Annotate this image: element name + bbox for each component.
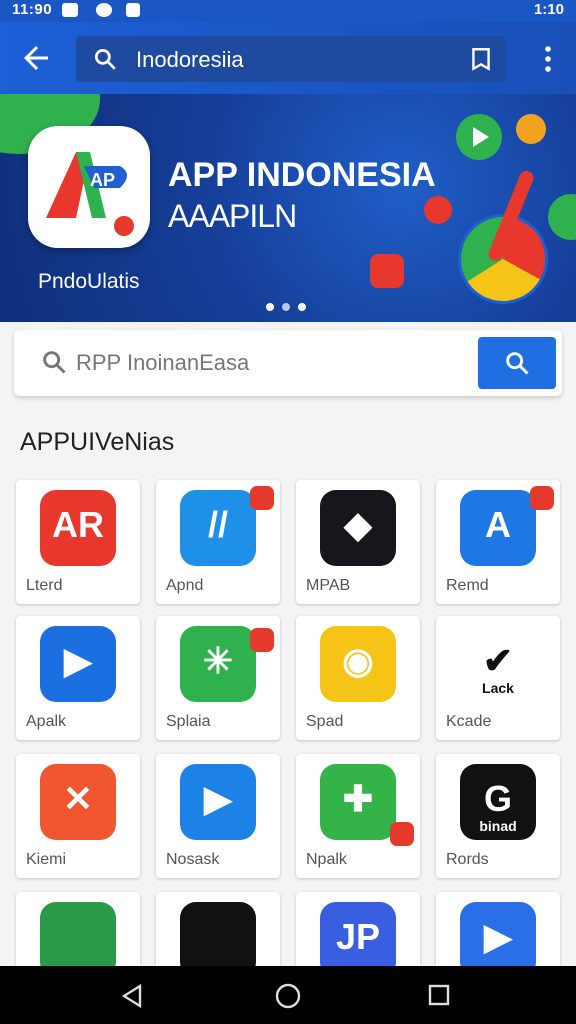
status-bar: 11:90 1:10: [0, 0, 576, 22]
app-tile[interactable]: ✳ Splaia: [156, 616, 280, 740]
app-tile[interactable]: ✕ Kiemi: [16, 754, 140, 878]
banner-subtitle: AAAPILN: [168, 198, 297, 234]
app-search-card: RPP InoinanEasa: [14, 330, 562, 396]
app-icon: ◆: [320, 490, 396, 566]
record-icon: [424, 196, 452, 224]
more-vert-icon[interactable]: [538, 44, 558, 74]
app-icon: ✕: [40, 764, 116, 840]
app-tile[interactable]: A Remd: [436, 480, 560, 604]
app-search-input[interactable]: RPP InoinanEasa: [76, 350, 249, 376]
app-icon-glyph: ▶: [484, 916, 512, 957]
app-label: Remd: [446, 577, 489, 594]
search-icon: [43, 351, 66, 374]
app-label: Apalk: [26, 713, 67, 730]
status-battery-text: 1:10: [533, 1, 564, 18]
app-tile[interactable]: ◉ Spad: [296, 616, 420, 740]
notification-badge: [250, 628, 274, 652]
app-icon-subtext: binad: [479, 818, 517, 834]
app-tile[interactable]: // Apnd: [156, 480, 280, 604]
app-icon: ✳: [180, 626, 256, 702]
app-label: Splaia: [166, 713, 211, 730]
app-label: Kiemi: [26, 851, 67, 868]
search-button[interactable]: [478, 337, 556, 389]
app-label: Spad: [306, 713, 344, 730]
status-time: 11:90: [12, 1, 53, 18]
app-icon-subtext: Lack: [482, 680, 514, 696]
app-label: MPAB: [306, 577, 351, 594]
app-icon-glyph: ◆: [344, 504, 372, 545]
app-tile[interactable]: Gbinad Rords: [436, 754, 560, 878]
chrome-mini-icon: [516, 114, 546, 144]
app-icon-glyph: A: [485, 504, 511, 545]
svg-text:AP: AP: [90, 170, 115, 190]
nav-recents-icon[interactable]: [426, 982, 452, 1008]
app-icon: Gbinad: [460, 764, 536, 840]
promo-banner[interactable]: AP APP INDONESIA AAAPILN PndoUlatis: [0, 94, 576, 322]
app-label: Kcade: [446, 713, 492, 730]
notification-badge: [390, 822, 414, 846]
carousel-dot: [266, 303, 274, 311]
search-bar[interactable]: Inodoresiia: [76, 36, 506, 82]
app-label: Nosask: [166, 851, 220, 868]
nav-home-icon[interactable]: [274, 982, 302, 1010]
banner-brand: PndoUlatis: [38, 270, 140, 293]
app-icon: A: [460, 490, 536, 566]
app-icon-glyph: //: [207, 504, 228, 545]
app-tile[interactable]: ✚ Npalk: [296, 754, 420, 878]
back-arrow-icon[interactable]: [18, 40, 54, 76]
search-icon: [506, 352, 529, 375]
mail-icon: [62, 3, 78, 17]
c-app-icon: [548, 194, 576, 240]
app-icon-glyph: AR: [52, 504, 104, 545]
banner-title: APP INDONESIA: [168, 156, 436, 194]
carousel-dot: [298, 303, 306, 311]
app-icon: ◉: [320, 626, 396, 702]
carousel-indicator: [266, 298, 314, 316]
play-store-icon: [456, 114, 502, 160]
app-icon-glyph: ✔: [482, 640, 514, 681]
search-icon: [94, 48, 116, 70]
app-bar: Inodoresiia: [0, 22, 576, 94]
bookmark-icon[interactable]: [468, 46, 494, 72]
app-tile[interactable]: ◆ MPAB: [296, 480, 420, 604]
camera-icon: [370, 254, 404, 288]
logo-badge: [112, 214, 136, 238]
app-icon: AR: [40, 490, 116, 566]
app-label: Lterd: [26, 577, 63, 594]
app-tile[interactable]: AR Lterd: [16, 480, 140, 604]
app-icon: //: [180, 490, 256, 566]
notification-icon: [126, 3, 140, 17]
app-label: Npalk: [306, 851, 347, 868]
app-icon-glyph: ✕: [62, 778, 94, 819]
app-icon: ✚: [320, 764, 396, 840]
app-icon-glyph: G: [483, 778, 512, 819]
app-label: Rords: [446, 851, 489, 868]
app-label: Apnd: [166, 577, 204, 594]
search-input[interactable]: Inodoresiia: [136, 47, 244, 73]
carousel-dot: [282, 303, 290, 311]
app-icon: ▶: [180, 764, 256, 840]
app-icon: ▶: [40, 626, 116, 702]
notification-badge: [250, 486, 274, 510]
app-indonesia-logo: AP: [28, 126, 150, 248]
section-heading: APPUIVeNias: [20, 428, 175, 456]
app-icon-glyph: ◉: [342, 640, 374, 681]
navigation-bar: [0, 966, 576, 1024]
app-tile[interactable]: ▶ Apalk: [16, 616, 140, 740]
sync-icon: [96, 3, 112, 17]
app-icon-glyph: ▶: [64, 640, 92, 681]
app-icon-glyph: JP: [335, 916, 381, 957]
app-icon-glyph: ✚: [342, 778, 374, 819]
app-icon-glyph: ▶: [204, 778, 232, 819]
app-tile[interactable]: ▶ Nosask: [156, 754, 280, 878]
app-icon: ✔ Lack: [460, 626, 536, 702]
app-tile[interactable]: ✔ Lack Kcade: [436, 616, 560, 740]
nav-back-icon[interactable]: [118, 982, 146, 1010]
app-icon-glyph: ✳: [202, 640, 234, 681]
notification-badge: [530, 486, 554, 510]
